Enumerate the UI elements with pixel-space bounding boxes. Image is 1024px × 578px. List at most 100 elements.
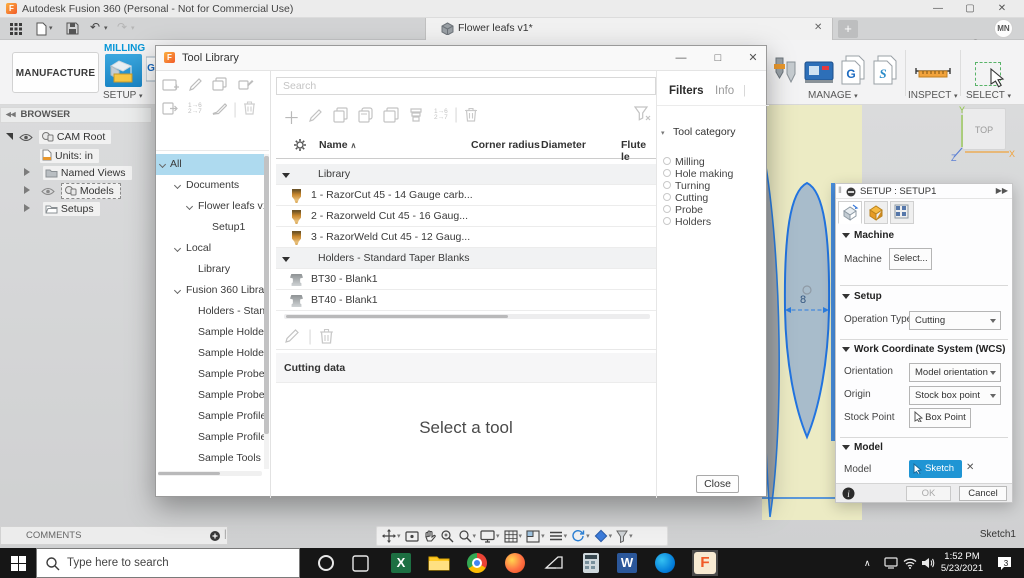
- start-button[interactable]: [11, 556, 26, 571]
- pan-hand-button[interactable]: [422, 528, 437, 544]
- browser-item-models[interactable]: Models: [24, 183, 121, 202]
- pan-button[interactable]: ▾: [381, 528, 402, 544]
- collapsed-arrow-icon[interactable]: [24, 204, 30, 212]
- holder-tool-icon[interactable]: [408, 107, 424, 123]
- tab-filters[interactable]: Filters: [669, 85, 704, 97]
- column-name[interactable]: Name ∧: [319, 139, 356, 151]
- undo-caret-icon[interactable]: ▾: [104, 24, 108, 32]
- refresh-button[interactable]: ▾: [570, 528, 591, 544]
- group-expanded-icon[interactable]: [282, 173, 290, 178]
- layout-grid-button[interactable]: ▾: [548, 528, 569, 544]
- wcs-section-header[interactable]: Work Coordinate System (WCS): [842, 344, 1006, 355]
- tool-row[interactable]: 1 - RazorCut 45 - 14 Gauge carb...: [276, 185, 656, 206]
- template-library-s-icon[interactable]: S: [872, 55, 898, 87]
- tool-row[interactable]: 3 - RazorWeld Cut 45 - 12 Gaug...: [276, 227, 656, 248]
- browser-header[interactable]: ◂◂ BROWSER: [0, 107, 152, 123]
- tree-item-setup1[interactable]: Setup1: [156, 217, 269, 238]
- machine-section-header[interactable]: Machine: [842, 230, 894, 241]
- group-label-inspect[interactable]: INSPECT ▾: [908, 90, 957, 101]
- clear-selection-icon[interactable]: ✕: [966, 462, 974, 473]
- setup-panel-header[interactable]: ‖ SETUP : SETUP1 ▶▶: [836, 184, 1012, 199]
- add-comment-icon[interactable]: [209, 530, 221, 542]
- tree-item-sample-holders-1[interactable]: Sample Holders (: [156, 322, 269, 343]
- add-tool-icon[interactable]: ＋: [283, 104, 300, 129]
- tab-stock[interactable]: [864, 201, 888, 224]
- machine-library-icon[interactable]: [804, 58, 834, 86]
- dialog-title-bar[interactable]: F Tool Library — □ ✕: [156, 46, 766, 71]
- setup-tool-button[interactable]: [105, 54, 142, 87]
- browser-item-cam-root[interactable]: CAM Root: [6, 130, 112, 148]
- dimension-label[interactable]: 8: [800, 294, 806, 306]
- connect-display-icon[interactable]: [544, 555, 566, 577]
- tree-item-holders-standard[interactable]: Holders - Standa: [156, 301, 269, 322]
- collapsed-arrow-icon[interactable]: [24, 186, 30, 194]
- collapsed-arrow-icon[interactable]: [24, 168, 30, 176]
- brush-icon[interactable]: [212, 102, 227, 115]
- new-tab-button[interactable]: +: [838, 20, 858, 38]
- column-flute-length[interactable]: Flute le: [621, 139, 656, 163]
- operation-type-dropdown[interactable]: Cutting: [909, 311, 1001, 330]
- redo-icon[interactable]: ↷: [117, 20, 127, 34]
- tool-group-row[interactable]: Library: [276, 164, 656, 185]
- tool-category-header[interactable]: Tool category: [673, 126, 735, 138]
- setup-section-header[interactable]: Setup: [842, 291, 882, 302]
- comments-bar[interactable]: COMMENTS |: [0, 526, 228, 545]
- visibility-eye-icon[interactable]: [41, 187, 55, 196]
- orientation-dropdown[interactable]: Model orientation: [909, 363, 1001, 382]
- taskbar-search[interactable]: Type here to search: [36, 548, 300, 578]
- renumber-tools-icon[interactable]: 1→6 2→7: [188, 102, 202, 115]
- redo-caret-icon[interactable]: ▾: [131, 24, 135, 32]
- renumber-icon[interactable]: 1→6 2→7: [434, 108, 448, 121]
- model-section-header[interactable]: Model: [842, 442, 883, 453]
- chrome-icon[interactable]: [466, 552, 488, 574]
- tool-row[interactable]: 2 - Razorweld Cut 45 - 16 Gaug...: [276, 206, 656, 227]
- origin-dropdown[interactable]: Stock box point: [909, 386, 1001, 405]
- tree-horizontal-scrollbar[interactable]: [158, 471, 262, 476]
- user-avatar[interactable]: MN: [994, 19, 1013, 38]
- visibility-eye-icon[interactable]: [19, 133, 33, 142]
- cutting-data-header[interactable]: Cutting data: [276, 353, 656, 383]
- group-label-setup[interactable]: SETUP ▾: [103, 90, 142, 101]
- look-at-button[interactable]: [404, 528, 420, 544]
- cortana-icon[interactable]: [315, 552, 337, 574]
- tree-item-all[interactable]: All: [156, 154, 269, 175]
- wifi-icon[interactable]: [903, 557, 917, 578]
- expanded-arrow-icon[interactable]: [6, 133, 13, 140]
- tab-info[interactable]: Info: [715, 85, 734, 97]
- edge-icon[interactable]: [654, 552, 676, 574]
- tray-expand-icon[interactable]: ∧: [864, 558, 871, 578]
- group-label-select[interactable]: SELECT ▾: [966, 90, 1011, 101]
- dialog-maximize-button[interactable]: □: [705, 50, 731, 67]
- tool-list-horizontal-scrollbar[interactable]: [284, 314, 650, 319]
- clear-filter-icon[interactable]: [634, 106, 651, 122]
- tree-item-sample-tools[interactable]: Sample Tools - In: [156, 448, 269, 469]
- tab-post-process[interactable]: [890, 201, 914, 224]
- tree-item-sample-probes-1[interactable]: Sample Probes (I: [156, 364, 269, 385]
- export-library-icon[interactable]: [162, 101, 178, 116]
- word-icon[interactable]: W: [616, 552, 638, 574]
- zoom-window-button[interactable]: ▾: [457, 528, 478, 544]
- tree-item-sample-profile-1[interactable]: Sample Profile To: [156, 406, 269, 427]
- machine-select-button[interactable]: Select...: [889, 248, 932, 270]
- new-file-icon[interactable]: [36, 22, 47, 36]
- selection-filter-button[interactable]: ▾: [615, 528, 634, 544]
- tray-display-icon[interactable]: [884, 557, 898, 578]
- tree-item-sample-profile-2[interactable]: Sample Profile To: [156, 427, 269, 448]
- column-diameter[interactable]: Diameter: [541, 139, 586, 151]
- expand-panel-icon[interactable]: ▶▶: [996, 186, 1008, 195]
- calculator-icon[interactable]: [580, 552, 602, 574]
- measure-ruler-icon[interactable]: [914, 64, 952, 80]
- delete-cutting-data-icon[interactable]: [319, 327, 334, 344]
- close-button[interactable]: ✕: [991, 1, 1013, 16]
- comments-grip[interactable]: |: [224, 529, 227, 540]
- volume-icon[interactable]: [921, 557, 935, 578]
- task-view-icon[interactable]: [352, 555, 374, 577]
- tree-item-documents[interactable]: Documents: [156, 175, 269, 196]
- firefox-icon[interactable]: [504, 552, 526, 574]
- tree-item-sample-probes-2[interactable]: Sample Probes: [156, 385, 269, 406]
- copy-tool-icon[interactable]: [333, 107, 349, 123]
- new-file-caret-icon[interactable]: ▾: [49, 24, 53, 32]
- save-icon[interactable]: [66, 22, 79, 35]
- stock-point-button[interactable]: Box Point: [909, 408, 971, 428]
- tree-vertical-scrollbar[interactable]: [264, 154, 269, 469]
